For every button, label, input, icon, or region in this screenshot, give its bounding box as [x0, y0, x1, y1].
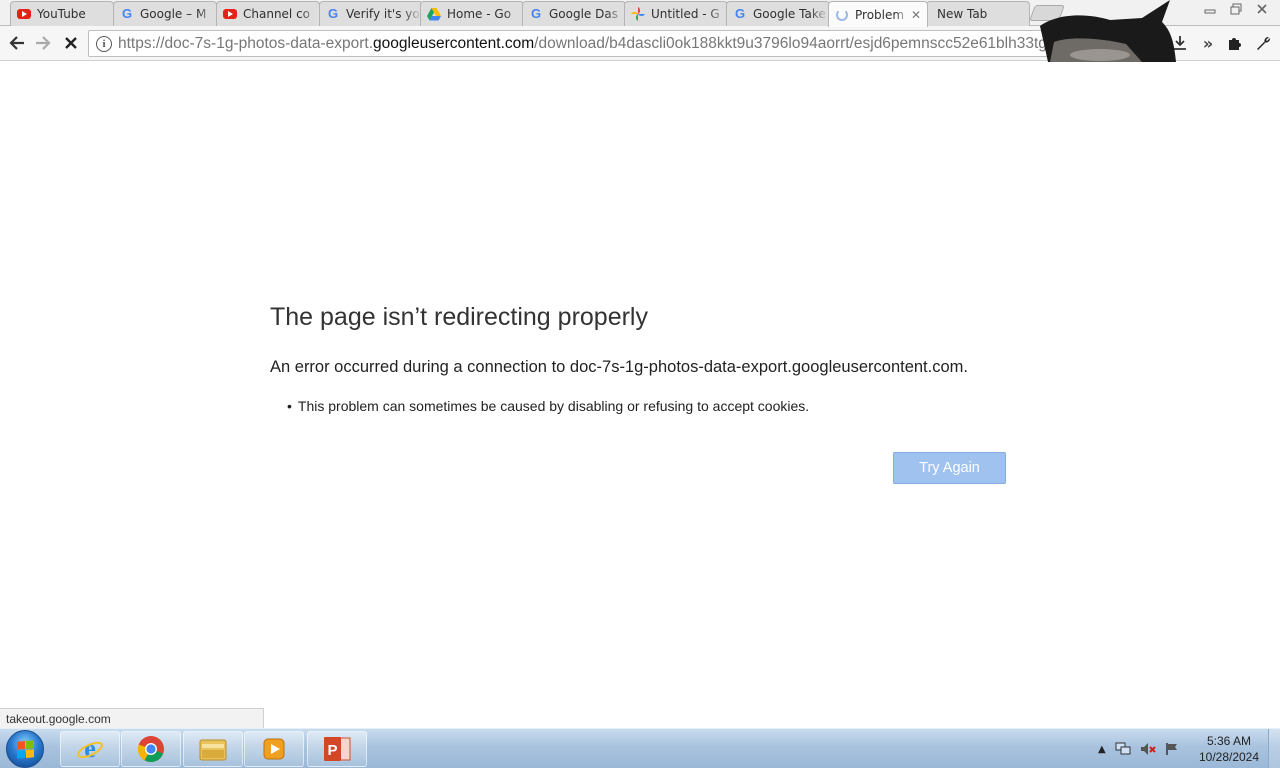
cat-theme-decoration: [1040, 0, 1176, 62]
media-player-icon: [263, 738, 285, 760]
windows-taskbar: e P ▲ 5:36 AM 10/28/2024: [0, 728, 1280, 768]
tab-new-tab[interactable]: New Tab: [926, 1, 1030, 26]
tab-title: Verify it's yo: [346, 7, 420, 21]
tab-title: Google – M: [140, 7, 207, 21]
taskbar-clock[interactable]: 5:36 AM 10/28/2024: [1196, 733, 1262, 765]
google-icon: G: [530, 6, 542, 21]
try-again-button[interactable]: Try Again: [893, 452, 1006, 484]
stop-loading-icon[interactable]: [58, 30, 84, 56]
tab-problem-loading[interactable]: Problem l ✕: [828, 1, 928, 27]
back-arrow-icon[interactable]: [4, 30, 30, 56]
clock-time: 5:36 AM: [1206, 734, 1252, 748]
minimize-icon[interactable]: [1198, 0, 1222, 18]
tab-title: Channel co: [243, 7, 311, 21]
tab-title: New Tab: [937, 7, 988, 21]
error-title: The page isn’t redirecting properly: [270, 303, 648, 331]
close-window-icon[interactable]: [1250, 0, 1274, 18]
tab-untitled[interactable]: Untitled - G: [624, 1, 728, 26]
tab-channel[interactable]: Channel co: [216, 1, 320, 26]
svg-text:e: e: [84, 735, 96, 763]
site-info-icon[interactable]: i: [96, 35, 112, 52]
taskbar-internet-explorer[interactable]: e: [60, 731, 120, 767]
google-icon: G: [734, 6, 746, 21]
volume-muted-icon[interactable]: [1140, 742, 1156, 756]
taskbar-file-explorer[interactable]: [183, 731, 243, 767]
google-photos-icon: [631, 7, 645, 21]
tab-verify[interactable]: G Verify it's yo: [319, 1, 423, 26]
google-icon: G: [327, 6, 339, 21]
chrome-icon: [137, 736, 164, 763]
extensions-puzzle-icon[interactable]: [1222, 30, 1248, 56]
address-bar[interactable]: i https://doc-7s-1g-photos-data-export.g…: [88, 30, 1162, 57]
forward-arrow-icon[interactable]: [30, 30, 56, 56]
error-suggestion-item: This problem can sometimes be caused by …: [287, 398, 809, 414]
tab-title: Problem l: [855, 7, 909, 22]
url-text[interactable]: https://doc-7s-1g-photos-data-export.goo…: [118, 35, 1135, 53]
google-icon: G: [121, 6, 133, 21]
action-center-flag-icon[interactable]: [1165, 742, 1179, 756]
loading-spinner-icon: [835, 8, 849, 22]
error-suggestions: This problem can sometimes be caused by …: [287, 398, 809, 414]
restore-icon[interactable]: [1224, 0, 1248, 18]
internet-explorer-icon: e: [77, 735, 103, 763]
tab-google-dashboard[interactable]: G Google Das: [522, 1, 626, 26]
tab-google-m[interactable]: G Google – M: [113, 1, 217, 26]
show-desktop-button[interactable]: [1268, 729, 1280, 768]
network-icon[interactable]: [1115, 742, 1131, 756]
clock-date: 10/28/2024: [1198, 750, 1260, 764]
wrench-menu-icon[interactable]: [1250, 30, 1276, 56]
page-content: The page isn’t redirecting properly An e…: [0, 62, 1280, 728]
show-hidden-icons-icon[interactable]: ▲: [1098, 744, 1106, 755]
folder-icon: [199, 739, 227, 761]
error-description: An error occurred during a connection to…: [270, 358, 968, 376]
google-drive-icon: [427, 7, 441, 21]
tab-title: Untitled - G: [651, 7, 720, 21]
status-bubble: takeout.google.com: [0, 708, 264, 728]
tab-drive-home[interactable]: Home - Go: [420, 1, 524, 26]
chevron-overflow-icon[interactable]: »: [1195, 30, 1221, 56]
taskbar-media-player[interactable]: [244, 731, 304, 767]
youtube-icon: [223, 7, 237, 21]
screen: YouTube G Google – M Channel co G Verify…: [0, 0, 1280, 768]
tab-google-takeout[interactable]: G Google Take: [726, 1, 830, 26]
tab-strip: YouTube G Google – M Channel co G Verify…: [0, 0, 1280, 62]
taskbar-powerpoint[interactable]: P: [307, 731, 367, 767]
start-button[interactable]: [6, 730, 44, 768]
tab-title: Google Take: [753, 7, 826, 21]
taskbar-chrome[interactable]: [121, 731, 181, 767]
windows-logo-icon: [16, 739, 34, 759]
svg-text:P: P: [327, 742, 337, 759]
url-host: googleusercontent.com: [373, 34, 535, 52]
youtube-icon: [17, 7, 31, 21]
tab-close-icon[interactable]: ✕: [909, 8, 923, 22]
tab-title: Google Das: [549, 7, 618, 21]
window-controls: [1198, 0, 1274, 18]
tab-title: YouTube: [37, 7, 86, 21]
tab-youtube[interactable]: YouTube: [10, 1, 114, 26]
powerpoint-icon: P: [324, 737, 351, 761]
system-tray: ▲: [1098, 729, 1179, 768]
tab-title: Home - Go: [447, 7, 512, 21]
url-prefix: https://doc-7s-1g-photos-data-export.: [118, 34, 374, 52]
